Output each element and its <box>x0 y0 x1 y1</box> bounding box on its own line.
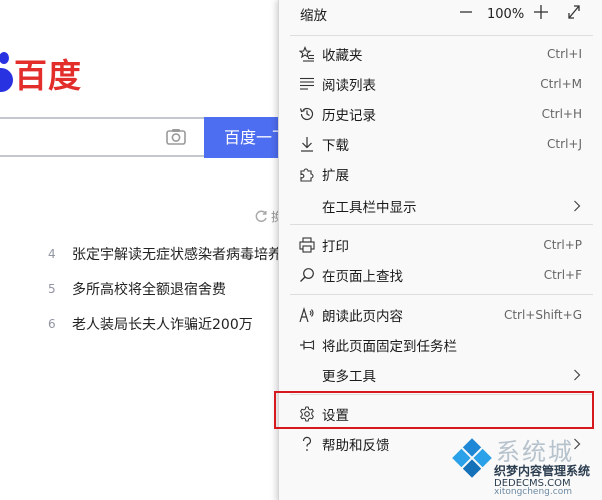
read-aloud-icon <box>299 307 314 323</box>
menu-item-label: 设置 <box>322 408 349 424</box>
gear-icon <box>300 406 314 422</box>
download-icon <box>301 137 313 152</box>
hot-item[interactable]: 6 老人装局长夫人诈骗近200万 <box>48 314 253 334</box>
menu-item-label: 朗读此页内容 <box>322 309 403 325</box>
menu-divider <box>290 35 593 36</box>
watermark-url: xitongcheng.com <box>494 487 572 497</box>
menu-item-label: 扩展 <box>322 168 349 184</box>
menu-item-extensions[interactable]: 扩展 <box>279 159 602 189</box>
menu-item-shortcut: Ctrl+Shift+G <box>503 308 582 322</box>
menu-item-label: 更多工具 <box>322 369 376 385</box>
printer-icon <box>299 237 315 253</box>
zoom-label: 缩放 <box>300 8 327 24</box>
watermark: 系统城 织梦内容管理系统 DEDECMS.COM xitongcheng.com <box>444 432 602 498</box>
menu-item-favorites[interactable]: 收藏夹 Ctrl+I <box>279 39 602 69</box>
camera-icon[interactable] <box>165 127 187 147</box>
zoom-in-icon[interactable] <box>533 3 549 21</box>
browser-settings-menu: 缩放 100% 收藏夹 Ctrl+I 阅读列表 Ctrl+M 历史记录 Ctrl… <box>278 0 602 500</box>
menu-item-shortcut: Ctrl+F <box>543 268 582 282</box>
search-button[interactable]: 百度一下 <box>204 117 284 158</box>
menu-item-downloads[interactable]: 下载 Ctrl+J <box>279 129 602 159</box>
baidu-logo[interactable]: 百度 <box>0 44 100 95</box>
menu-item-reading-list[interactable]: 阅读列表 Ctrl+M <box>279 69 602 99</box>
chevron-right-icon <box>574 369 581 381</box>
menu-zoom-row: 缩放 100% <box>279 0 602 29</box>
menu-item-shortcut: Ctrl+P <box>543 238 582 252</box>
menu-divider <box>290 294 593 295</box>
refresh-icon <box>255 210 267 222</box>
menu-item-label: 历史记录 <box>322 108 376 124</box>
menu-divider <box>290 224 593 225</box>
menu-item-more-tools[interactable]: 更多工具 <box>279 360 602 390</box>
pin-icon <box>300 340 315 350</box>
menu-item-label: 在页面上查找 <box>322 269 403 285</box>
menu-item-print[interactable]: 打印 Ctrl+P <box>279 230 602 260</box>
menu-item-shortcut: Ctrl+M <box>540 77 582 91</box>
menu-item-find-on-page[interactable]: 在页面上查找 Ctrl+F <box>279 260 602 290</box>
menu-divider <box>290 394 593 395</box>
baidu-logo-text: 百度 <box>14 56 82 95</box>
question-mark-icon <box>302 436 312 451</box>
puzzle-icon <box>300 168 314 182</box>
hot-item-rank: 4 <box>48 247 56 261</box>
hot-item[interactable]: 4 张定宇解读无症状感染者病毒培养 <box>48 244 282 264</box>
menu-item-read-aloud[interactable]: 朗读此页内容 Ctrl+Shift+G <box>279 300 602 330</box>
menu-item-shortcut: Ctrl+I <box>547 47 582 61</box>
hot-item-title: 多所高校将全额退宿舍费 <box>72 282 226 298</box>
fullscreen-icon[interactable] <box>566 3 582 21</box>
menu-item-label: 在工具栏中显示 <box>322 200 417 216</box>
menu-item-pin-to-taskbar[interactable]: 将此页面固定到任务栏 <box>279 330 602 360</box>
hot-item-title: 老人装局长夫人诈骗近200万 <box>72 317 253 333</box>
hot-item-title: 张定宇解读无症状感染者病毒培养 <box>72 247 282 263</box>
search-icon <box>300 268 314 282</box>
menu-item-label: 阅读列表 <box>322 78 376 94</box>
menu-item-settings[interactable]: 设置 <box>279 399 602 429</box>
menu-item-label: 打印 <box>322 239 349 255</box>
hot-item-rank: 6 <box>48 317 56 331</box>
menu-item-show-in-toolbar[interactable]: 在工具栏中显示 <box>279 191 602 221</box>
watermark-subtitle: 织梦内容管理系统 <box>494 464 591 478</box>
menu-item-label: 将此页面固定到任务栏 <box>322 339 457 355</box>
menu-item-history[interactable]: 历史记录 Ctrl+H <box>279 99 602 129</box>
hot-item-rank: 5 <box>48 282 56 296</box>
star-list-icon <box>299 46 314 62</box>
windows-logo-icon <box>452 438 492 478</box>
menu-item-label: 下载 <box>322 138 349 154</box>
history-icon <box>299 107 314 121</box>
zoom-out-icon[interactable] <box>459 3 473 21</box>
menu-item-shortcut: Ctrl+H <box>541 107 582 121</box>
hot-item[interactable]: 5 多所高校将全额退宿舍费 <box>48 279 226 299</box>
reading-list-icon <box>300 77 314 90</box>
menu-item-label: 帮助和反馈 <box>322 438 390 454</box>
menu-item-label: 收藏夹 <box>322 48 363 64</box>
menu-item-shortcut: Ctrl+J <box>547 137 582 151</box>
zoom-value: 100% <box>487 6 525 22</box>
chevron-right-icon <box>574 200 581 212</box>
